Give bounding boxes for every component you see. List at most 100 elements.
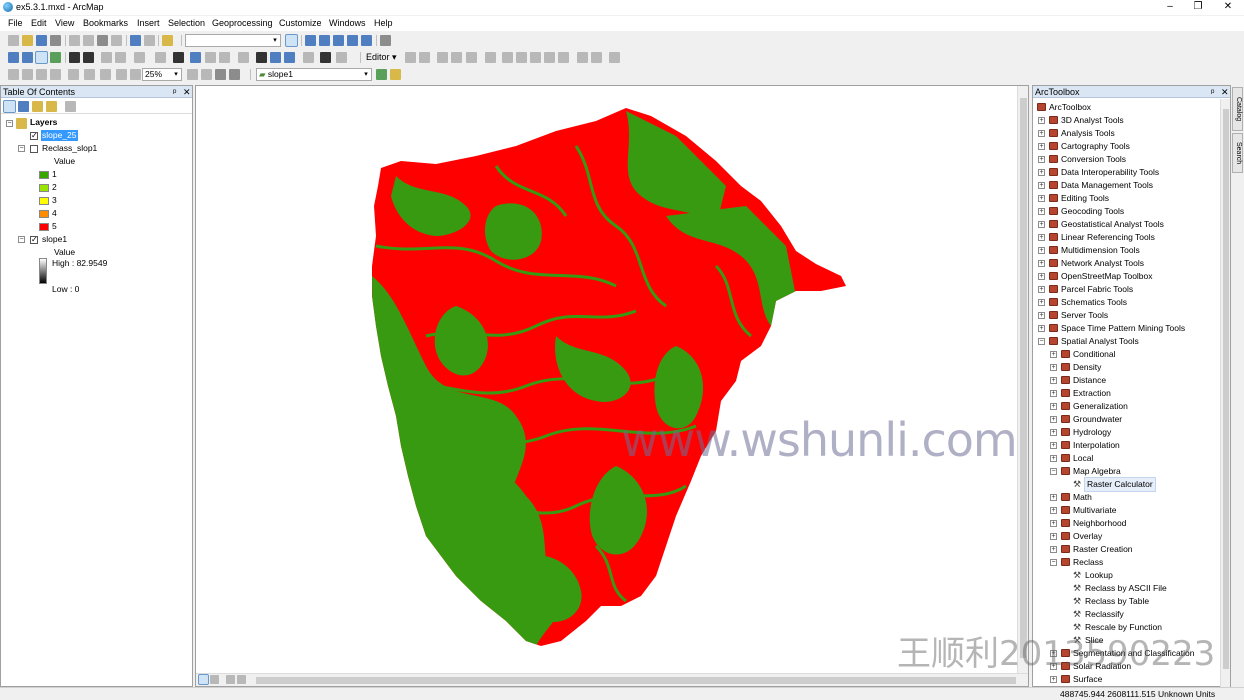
toolset-reclass[interactable]: Reclass: [1073, 556, 1103, 569]
collapse-layers-icon[interactable]: −: [6, 120, 13, 127]
save-icon[interactable]: [36, 35, 47, 46]
cut-polygons-icon[interactable]: [530, 52, 541, 63]
split-icon[interactable]: [544, 52, 555, 63]
toggle-draft-icon[interactable]: [187, 69, 198, 80]
edit-annotation-icon[interactable]: [419, 52, 430, 63]
toc-window-icon[interactable]: [305, 35, 316, 46]
expand-toggle-icon[interactable]: +: [1038, 234, 1045, 241]
hyperlink-icon[interactable]: [205, 52, 216, 63]
map-scale-combo[interactable]: ▾: [185, 34, 281, 47]
zoom-whole-page-icon[interactable]: [50, 69, 61, 80]
expand-toggle-icon[interactable]: +: [1050, 494, 1057, 501]
expand-toggle-icon[interactable]: +: [1050, 377, 1057, 384]
maximize-button[interactable]: ❐: [1184, 0, 1212, 15]
expand-toggle-icon[interactable]: +: [1038, 117, 1045, 124]
toolbox-schematics-tools[interactable]: Schematics Tools: [1061, 296, 1127, 309]
slope25-visibility-checkbox[interactable]: ✓: [30, 132, 38, 140]
zoom-100-icon[interactable]: [100, 69, 111, 80]
tool-reclassify[interactable]: Reclassify: [1085, 608, 1124, 621]
toolbox-data-management-tools[interactable]: Data Management Tools: [1061, 179, 1153, 192]
add-data-icon[interactable]: [162, 35, 173, 46]
toolset-map-algebra[interactable]: Map Algebra: [1073, 465, 1121, 478]
layout-zoom-out-icon[interactable]: [22, 69, 33, 80]
create-viewer-icon[interactable]: [320, 52, 331, 63]
expand-toggle-icon[interactable]: −: [1050, 468, 1057, 475]
expand-toggle-icon[interactable]: +: [1050, 676, 1057, 683]
toolset-neighborhood[interactable]: Neighborhood: [1073, 517, 1126, 530]
expand-toggle-icon[interactable]: +: [1038, 221, 1045, 228]
rotate-icon[interactable]: [558, 52, 569, 63]
edit-tool-icon[interactable]: [405, 52, 416, 63]
stretch-ramp[interactable]: [39, 258, 47, 284]
menu-geoprocessing[interactable]: Geoprocessing: [212, 18, 273, 28]
expand-toggle-icon[interactable]: +: [1050, 507, 1057, 514]
endpoint-arc-icon[interactable]: [451, 52, 462, 63]
data-view-icon[interactable]: [198, 674, 209, 685]
print-icon[interactable]: [50, 35, 61, 46]
menu-file[interactable]: File: [8, 18, 23, 28]
layer-slope-25[interactable]: slope_25: [41, 130, 78, 141]
map-view[interactable]: www.wshunli.com: [195, 85, 1029, 687]
copy-icon[interactable]: [83, 35, 94, 46]
expand-toggle-icon[interactable]: +: [1050, 455, 1057, 462]
pause-drawing-icon[interactable]: [237, 675, 246, 684]
expand-toggle-icon[interactable]: +: [1050, 364, 1057, 371]
expand-toggle-icon[interactable]: +: [1050, 442, 1057, 449]
expand-toggle-icon[interactable]: +: [1050, 533, 1057, 540]
expand-toggle-icon[interactable]: +: [1038, 325, 1045, 332]
toolbox-conversion-tools[interactable]: Conversion Tools: [1061, 153, 1126, 166]
layout-zoom-combo[interactable]: 25% ▾: [142, 68, 182, 81]
class-1-swatch[interactable]: [39, 171, 49, 179]
class-3-swatch[interactable]: [39, 197, 49, 205]
histogram-icon[interactable]: [390, 69, 401, 80]
map-horizontal-scrollbar[interactable]: [256, 677, 1016, 684]
list-by-selection-icon[interactable]: [46, 101, 57, 112]
fixed-zoom-out-icon[interactable]: [83, 52, 94, 63]
toolset-local[interactable]: Local: [1073, 452, 1093, 465]
html-popup-icon[interactable]: [219, 52, 230, 63]
toolset-overlay[interactable]: Overlay: [1073, 530, 1102, 543]
point-icon[interactable]: [485, 52, 496, 63]
toolset-groundwater[interactable]: Groundwater: [1073, 413, 1122, 426]
undo-icon[interactable]: [130, 35, 141, 46]
tool-reclass-by-ascii-file[interactable]: Reclass by ASCII File: [1085, 582, 1167, 595]
tool-lookup[interactable]: Lookup: [1085, 569, 1113, 582]
menu-insert[interactable]: Insert: [137, 18, 160, 28]
python-window-icon[interactable]: [361, 35, 372, 46]
toolset-distance[interactable]: Distance: [1073, 374, 1106, 387]
straight-segment-icon[interactable]: [437, 52, 448, 63]
toolset-conditional[interactable]: Conditional: [1073, 348, 1116, 361]
clear-selection-icon[interactable]: [155, 52, 166, 63]
refresh-icon[interactable]: [226, 675, 235, 684]
layer-combo[interactable]: ▰ slope1 ▾: [256, 68, 372, 81]
search-window-icon[interactable]: [333, 35, 344, 46]
expand-toggle-icon[interactable]: +: [1038, 312, 1045, 319]
new-document-icon[interactable]: [8, 35, 19, 46]
create-features-icon[interactable]: [609, 52, 620, 63]
layer-effects-icon[interactable]: [336, 52, 347, 63]
minimize-button[interactable]: –: [1156, 0, 1184, 15]
expand-toggle-icon[interactable]: +: [1050, 416, 1057, 423]
menu-view[interactable]: View: [55, 18, 74, 28]
expand-toggle-icon[interactable]: −: [1038, 338, 1045, 345]
find-icon[interactable]: [256, 52, 267, 63]
toolbox-3d-analyst-tools[interactable]: 3D Analyst Tools: [1061, 114, 1124, 127]
layout-fixed-zoom-in-icon[interactable]: [68, 69, 79, 80]
measure-icon[interactable]: [238, 52, 249, 63]
toolset-extraction[interactable]: Extraction: [1073, 387, 1111, 400]
forward-extent-icon[interactable]: [115, 52, 126, 63]
layout-zoom-in-icon[interactable]: [8, 69, 19, 80]
toolset-interpolation[interactable]: Interpolation: [1073, 439, 1120, 452]
pan-hand-icon[interactable]: [35, 51, 48, 64]
reshape-icon[interactable]: [516, 52, 527, 63]
layout-pan-icon[interactable]: [36, 69, 47, 80]
expand-toggle-icon[interactable]: +: [1050, 520, 1057, 527]
redo-icon[interactable]: [144, 35, 155, 46]
back-extent-icon[interactable]: [101, 52, 112, 63]
expand-toggle-icon[interactable]: +: [1038, 247, 1045, 254]
fixed-zoom-in-icon[interactable]: [69, 52, 80, 63]
identify-icon[interactable]: [190, 52, 201, 63]
toolbox-editing-tools[interactable]: Editing Tools: [1061, 192, 1109, 205]
expand-toggle-icon[interactable]: +: [1050, 351, 1057, 358]
expand-toggle-icon[interactable]: +: [1038, 156, 1045, 163]
